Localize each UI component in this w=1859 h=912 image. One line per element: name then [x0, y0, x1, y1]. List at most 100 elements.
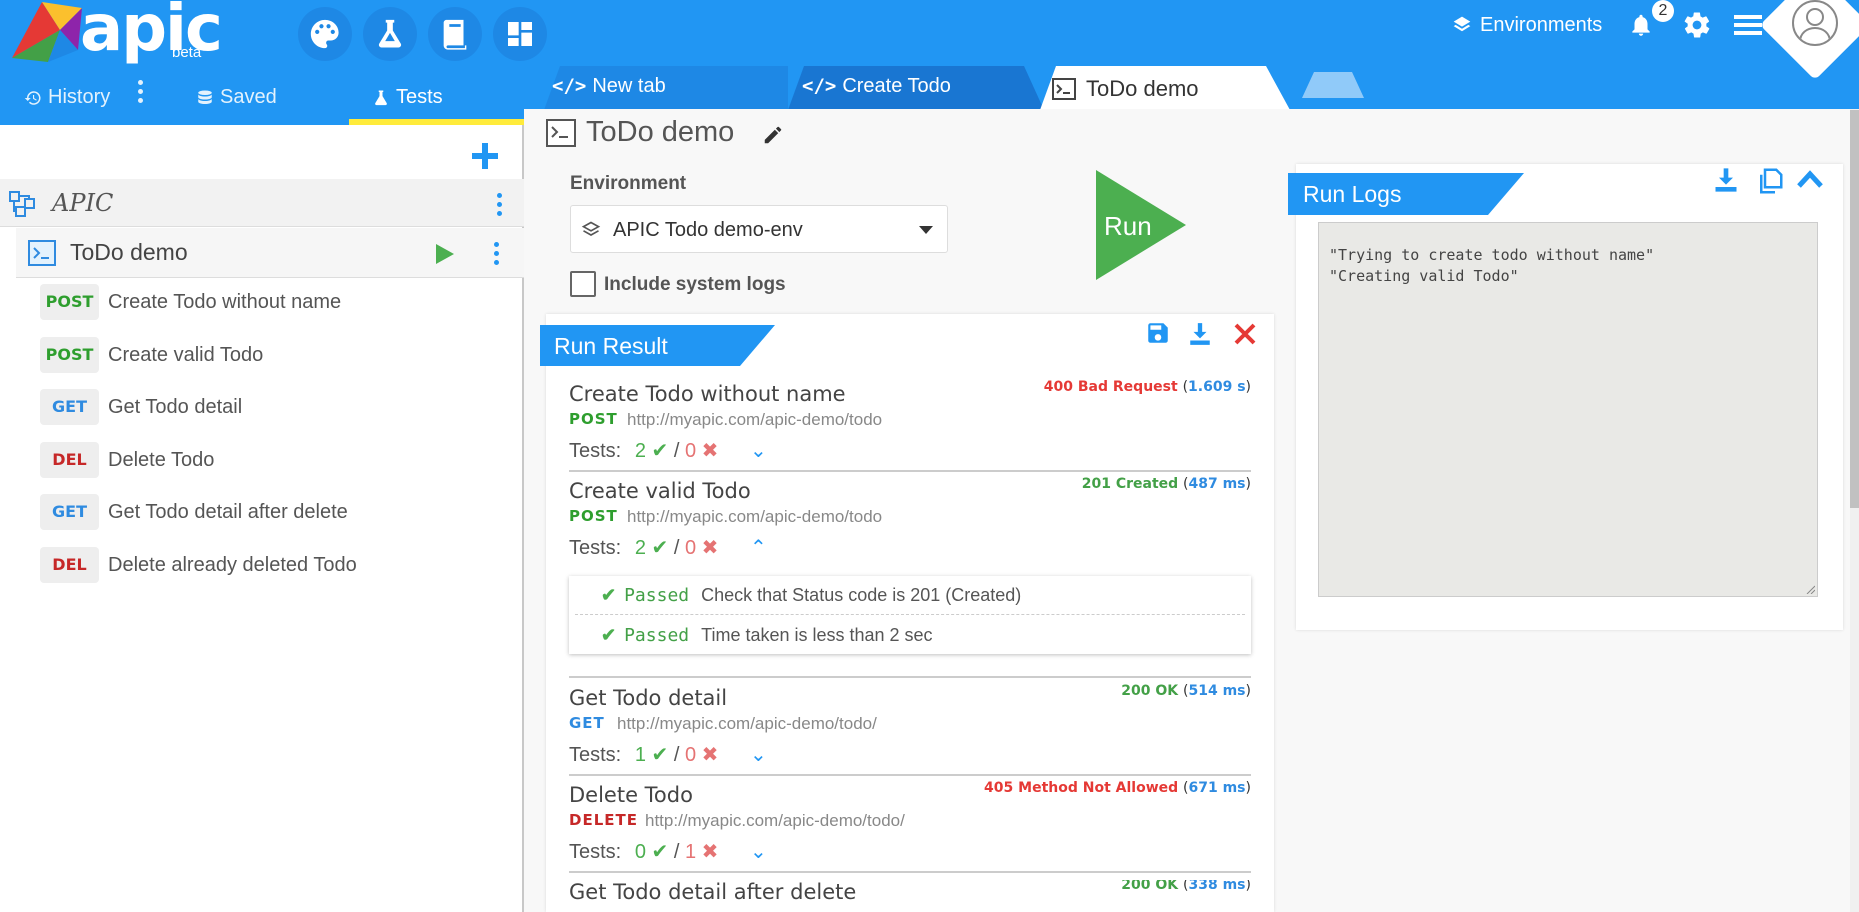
- environments-button[interactable]: Environments: [1452, 8, 1602, 42]
- list-item[interactable]: POST Create valid Todo: [40, 335, 263, 375]
- result-item[interactable]: Delete Todo 405 Method Not Allowed (671 …: [569, 780, 1251, 863]
- copy-icon[interactable]: [1755, 166, 1785, 196]
- result-tests: Tests: 2 ✔ / 0 ✖ ⌄: [569, 440, 767, 462]
- pencil-icon[interactable]: [762, 124, 784, 146]
- palette-icon: [310, 19, 339, 49]
- dashboard-button[interactable]: [493, 7, 547, 61]
- environments-label: Environments: [1480, 13, 1603, 36]
- suite-menu-icon[interactable]: [494, 242, 500, 269]
- dashboard-icon: [508, 22, 532, 46]
- tab-history[interactable]: History: [24, 70, 110, 125]
- request-name: Get Todo detail after delete: [108, 500, 348, 523]
- page-title: ToDo demo: [586, 116, 735, 148]
- method-badge: POST: [40, 284, 99, 320]
- theme-button[interactable]: [298, 7, 352, 61]
- check-icon: ✔: [651, 841, 669, 863]
- list-item[interactable]: POST Create Todo without name: [40, 282, 341, 322]
- result-tests: Tests: 0 ✔ / 1 ✖ ⌄: [569, 841, 767, 863]
- chevron-up-icon[interactable]: ⌃: [750, 537, 767, 559]
- tab-todo-demo[interactable]: ToDo demo: [1052, 65, 1199, 113]
- environment-select[interactable]: APIC Todo demo-env: [570, 205, 948, 253]
- passed-test-row: ✔ Passed Time taken is less than 2 sec: [601, 624, 933, 646]
- tab-saved-label: Saved: [220, 86, 277, 108]
- tab-create-todo[interactable]: </> Create Todo: [802, 62, 951, 110]
- result-status: 400 Bad Request (1.609 s): [1043, 379, 1251, 395]
- terminal-icon: [546, 119, 576, 147]
- tab-history-label: History: [48, 86, 111, 108]
- hamburger-icon: [1734, 15, 1762, 35]
- flask-icon: [378, 19, 402, 48]
- divider: [569, 774, 1251, 776]
- result-method: POST: [569, 507, 618, 525]
- save-icon[interactable]: [1145, 320, 1171, 346]
- request-name: Create Todo without name: [108, 290, 342, 313]
- caret-down-icon: [919, 226, 933, 234]
- result-item[interactable]: Get Todo detail after delete 200 OK (338…: [569, 880, 1251, 912]
- suite-row[interactable]: ToDo demo: [16, 228, 524, 278]
- tab-saved[interactable]: Saved: [196, 70, 277, 125]
- run-logs-title: Run Logs: [1303, 181, 1402, 207]
- suite-name: ToDo demo: [70, 239, 188, 265]
- download-icon[interactable]: [1187, 321, 1213, 347]
- result-method: DELETE: [569, 811, 638, 829]
- run-logs-output[interactable]: "Trying to create todo without name" "Cr…: [1318, 222, 1818, 597]
- cross-icon: ✖: [701, 841, 719, 863]
- check-icon: ✔: [601, 584, 617, 605]
- request-name: Create valid Todo: [108, 343, 264, 366]
- docs-button[interactable]: [428, 7, 482, 61]
- download-icon[interactable]: [1711, 166, 1741, 194]
- add-suite-button[interactable]: [472, 136, 498, 178]
- testers-button[interactable]: [363, 7, 417, 61]
- log-line: "Creating valid Todo": [1329, 267, 1519, 285]
- environment-label: Environment: [570, 173, 687, 194]
- terminal-icon: [1052, 78, 1076, 100]
- gear-icon: [1684, 12, 1710, 38]
- request-name: Delete already deleted Todo: [108, 553, 357, 576]
- result-url: http://myapic.com/apic-demo/todo/: [617, 714, 877, 733]
- tab-new-tab[interactable]: </> New tab: [552, 62, 666, 110]
- play-icon[interactable]: [435, 243, 455, 265]
- passed-test-row: ✔ Passed Check that Status code is 201 (…: [601, 584, 1022, 606]
- run-label: Run: [1104, 211, 1152, 241]
- resize-handle-icon[interactable]: [1805, 584, 1815, 594]
- chevron-down-icon[interactable]: ⌄: [750, 744, 767, 766]
- request-name: Delete Todo: [108, 448, 215, 471]
- tab-label: New tab: [592, 74, 666, 97]
- result-url: http://myapic.com/apic-demo/todo/: [645, 811, 905, 830]
- tab-tests[interactable]: Tests: [372, 70, 443, 125]
- settings-button[interactable]: [1682, 8, 1712, 42]
- flask-icon: [375, 90, 387, 105]
- divider: [569, 871, 1251, 873]
- list-item[interactable]: GET Get Todo detail: [40, 387, 242, 427]
- chevron-down-icon[interactable]: ⌄: [750, 440, 767, 462]
- result-status: 200 OK (338 ms): [1121, 880, 1251, 893]
- list-item[interactable]: DEL Delete Todo: [40, 440, 214, 480]
- result-status: 200 OK (514 ms): [1121, 683, 1251, 699]
- avatar[interactable]: [1792, 0, 1838, 46]
- chevron-up-icon[interactable]: [1797, 170, 1823, 188]
- menu-button[interactable]: [1734, 8, 1762, 42]
- result-tests: Tests: 2 ✔ / 0 ✖ ⌃: [569, 537, 767, 559]
- include-system-logs-checkbox[interactable]: [570, 271, 596, 297]
- check-icon: ✔: [601, 624, 617, 645]
- check-icon: ✔: [651, 440, 669, 462]
- history-menu-icon[interactable]: [138, 80, 144, 107]
- method-badge: GET: [40, 494, 99, 530]
- close-icon[interactable]: [1233, 322, 1257, 346]
- list-item[interactable]: DEL Delete already deleted Todo: [40, 545, 357, 585]
- log-line: "Trying to create todo without name": [1329, 246, 1655, 264]
- result-item[interactable]: Create Todo without name 400 Bad Request…: [569, 379, 1251, 462]
- divider: [569, 470, 1251, 472]
- tests-sidebar: APIC ToDo demo POST Create Todo without …: [0, 125, 524, 912]
- divider: [569, 676, 1251, 678]
- scrollbar-thumb[interactable]: [1850, 110, 1859, 508]
- result-item[interactable]: Create valid Todo 201 Created (487 ms) P…: [569, 476, 1251, 559]
- notifications-button[interactable]: [1628, 8, 1654, 42]
- logo-beta: beta: [172, 44, 202, 61]
- chevron-down-icon[interactable]: ⌄: [750, 841, 767, 863]
- folder-menu-icon[interactable]: [497, 193, 503, 220]
- folder-row[interactable]: APIC: [0, 179, 524, 227]
- cross-icon: ✖: [701, 440, 719, 462]
- list-item[interactable]: GET Get Todo detail after delete: [40, 492, 348, 532]
- result-item[interactable]: Get Todo detail 200 OK (514 ms) GET http…: [569, 683, 1251, 766]
